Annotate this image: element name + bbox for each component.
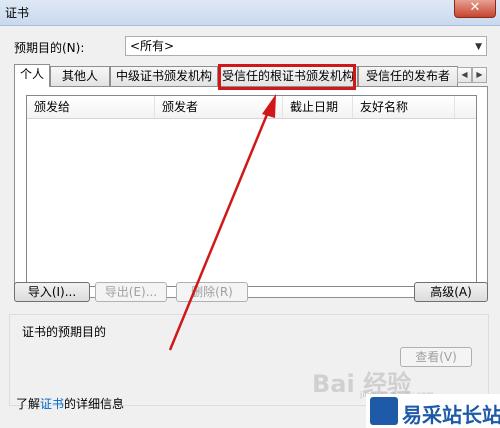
purpose-label: 预期目的(N):: [14, 41, 85, 55]
close-icon: ✕: [469, 0, 481, 15]
import-button[interactable]: 导入(I)...: [14, 282, 90, 302]
remove-button[interactable]: 删除(R): [176, 282, 248, 302]
tab-other-people[interactable]: 其他人: [50, 66, 110, 86]
chevron-down-icon: ▼: [475, 42, 482, 52]
tab-panel: 颁发给 颁发者 截止日期 友好名称: [14, 86, 488, 298]
logo-text: 易采站长站: [402, 403, 500, 427]
learn-more-text: 了解证书的详细信息: [16, 397, 125, 411]
site-logo: 易采站长站: [366, 394, 500, 428]
highlight-box: [218, 64, 356, 90]
column-expiration-date[interactable]: 截止日期: [283, 96, 353, 118]
purposes-group-title: 证书的预期目的: [22, 325, 107, 339]
column-issued-to[interactable]: 颁发给: [27, 96, 155, 118]
advanced-button[interactable]: 高级(A): [414, 282, 488, 302]
export-button[interactable]: 导出(E)...: [95, 282, 167, 302]
list-header: 颁发给 颁发者 截止日期 友好名称: [27, 96, 476, 119]
tab-scroll-left-icon[interactable]: ◀: [457, 67, 472, 83]
tab-trusted-publishers[interactable]: 受信任的发布者: [358, 66, 458, 86]
purpose-selected-value: <所有>: [130, 39, 175, 53]
certificate-help-link[interactable]: 证书: [40, 397, 64, 411]
column-friendly-name[interactable]: 友好名称: [353, 96, 455, 118]
tab-scroll-right-icon[interactable]: ▶: [472, 67, 487, 83]
tab-personal[interactable]: 个人: [14, 64, 50, 87]
tab-intermediate-ca[interactable]: 中级证书颁发机构: [110, 66, 218, 86]
certificate-list[interactable]: 颁发给 颁发者 截止日期 友好名称: [26, 95, 477, 287]
close-button[interactable]: ✕: [454, 0, 496, 18]
column-issued-by[interactable]: 颁发者: [155, 96, 283, 118]
title-bar: 证书 ✕: [0, 0, 500, 26]
window-title: 证书: [5, 6, 30, 20]
purpose-select[interactable]: <所有> ▼: [125, 36, 487, 56]
logo-icon: [370, 397, 398, 425]
